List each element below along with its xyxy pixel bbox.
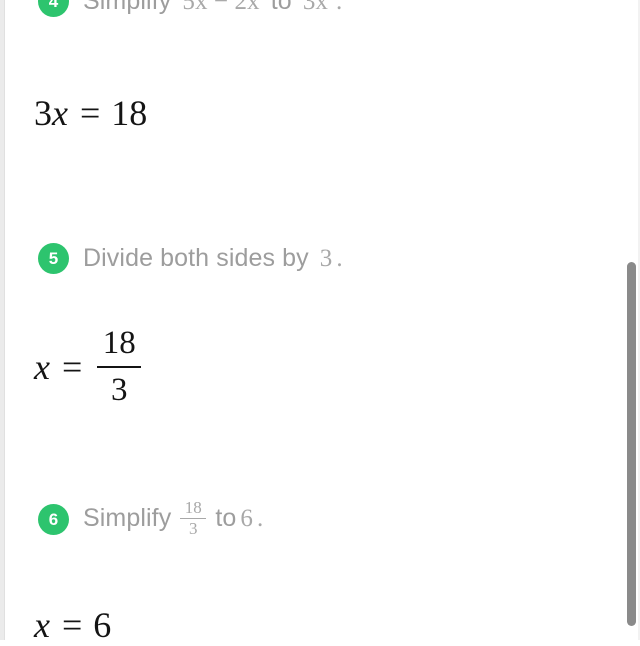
step-number-badge-6: 6: [38, 504, 69, 536]
equation-2-fraction: 18 3: [97, 325, 142, 409]
step-5-math-expression-1: 3: [319, 245, 333, 272]
equation-1-operator: =: [79, 93, 101, 133]
step-5-description: Divide both sides by 3.: [83, 244, 347, 273]
step-6-fraction-numerator: 18: [184, 498, 202, 517]
equation-x-equals-18-over-3: x = 18 3: [34, 325, 142, 409]
step-4-text-before: Simplify: [83, 0, 172, 15]
equation-2-fraction-bar: [97, 365, 142, 369]
equation-2-operator: =: [61, 347, 83, 388]
step-5-text-after: .: [336, 245, 343, 272]
solution-step-4[interactable]: 4 Simplify 5x − 2x to 3x.: [38, 0, 346, 17]
left-edge-divider: [0, 0, 5, 640]
equation-1-right-side: 18: [111, 93, 148, 133]
equation-1-coefficient: 3: [34, 93, 52, 133]
vertical-scrollbar[interactable]: [627, 0, 636, 640]
step-number-badge-4: 4: [38, 0, 69, 17]
equation-2-variable: x: [34, 347, 50, 388]
equation-1-variable: x: [52, 93, 68, 133]
solution-steps-panel: 4 Simplify 5x − 2x to 3x. 3x = 18 5 Divi…: [0, 0, 640, 645]
step-number-badge-5: 5: [38, 243, 69, 274]
step-4-description: Simplify 5x − 2x to 3x.: [83, 0, 346, 16]
step-6-text-after: .: [256, 505, 264, 533]
step-6-inline-fraction: 18 3: [180, 498, 207, 539]
step-4-math-expression-2: 3x: [302, 0, 329, 15]
step-6-description: Simplify 18 3 to 6.: [83, 498, 267, 539]
equation-2-fraction-numerator: 18: [102, 325, 136, 361]
equation-2-fraction-denominator: 3: [111, 372, 128, 409]
solution-step-6[interactable]: 6 Simplify 18 3 to 6.: [38, 498, 267, 539]
step-6-fraction-denominator: 3: [189, 519, 198, 539]
scrollbar-thumb[interactable]: [627, 262, 636, 626]
equation-3x-equals-18: 3x = 18: [34, 92, 147, 134]
step-5-text-before: Divide both sides by: [83, 244, 309, 272]
step-6-math-expression-2: 6: [240, 505, 253, 533]
step-4-text-middle: to: [270, 0, 292, 15]
step-6-text-before: Simplify: [83, 504, 172, 533]
step-4-text-after: .: [336, 0, 343, 15]
step-4-math-expression-1: 5x − 2x: [182, 0, 260, 15]
solution-step-5[interactable]: 5 Divide both sides by 3.: [38, 243, 347, 274]
step-6-text-middle: to: [215, 504, 237, 533]
